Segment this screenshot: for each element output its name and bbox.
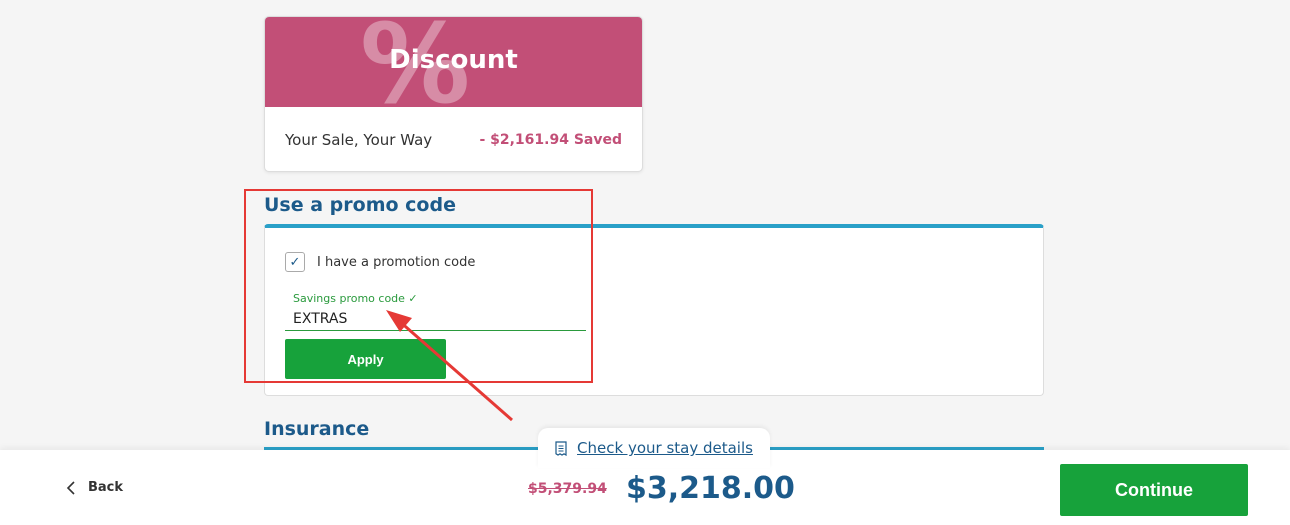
discount-card: % Discount Your Sale, Your Way - $2,161.… xyxy=(264,16,643,172)
original-price: $5,379.94 xyxy=(528,481,607,497)
discount-label: Your Sale, Your Way xyxy=(285,131,433,149)
back-label[interactable]: Back xyxy=(88,480,123,495)
discount-banner: % Discount xyxy=(265,17,642,107)
receipt-icon xyxy=(555,440,567,456)
chevron-left-icon xyxy=(66,480,75,495)
annotation-highlight-box xyxy=(244,189,593,383)
back-button[interactable]: Back xyxy=(66,480,123,495)
stay-details-link[interactable]: Check your stay details xyxy=(577,439,753,457)
discount-saved-amount: - $2,161.94 Saved xyxy=(479,132,622,148)
total-price: $3,218.00 xyxy=(626,471,795,506)
stay-details-tab[interactable]: Check your stay details xyxy=(538,428,770,468)
insurance-heading: Insurance xyxy=(264,418,370,440)
discount-title: Discount xyxy=(389,45,518,75)
discount-row: Your Sale, Your Way - $2,161.94 Saved xyxy=(265,107,642,171)
continue-button[interactable]: Continue xyxy=(1060,464,1248,516)
